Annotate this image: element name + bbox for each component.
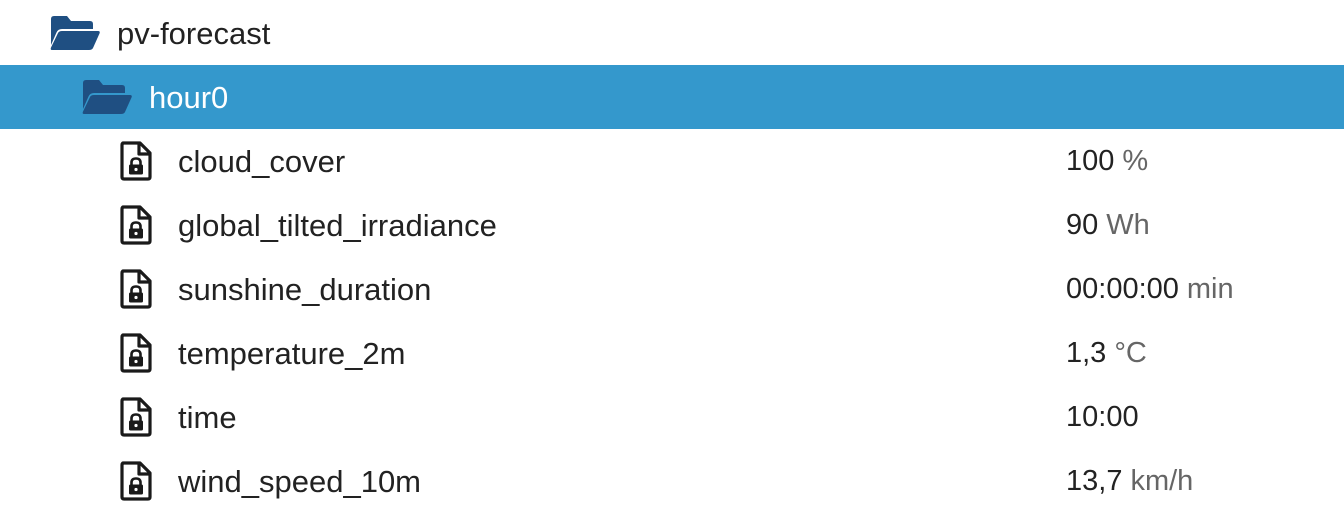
tree-folder-pv-forecast[interactable]: pv-forecast xyxy=(0,1,1344,65)
state-name: sunshine_duration xyxy=(178,271,432,307)
state-value-number: 10:00 xyxy=(1066,400,1139,433)
tree-state-row[interactable]: wind_speed_10m 13,7 km/h xyxy=(0,449,1344,513)
state-name: wind_speed_10m xyxy=(178,463,422,499)
state-value-number: 1,3 xyxy=(1066,336,1107,369)
tree-state-row[interactable]: sunshine_duration 00:00:00 min xyxy=(0,257,1344,321)
state-value-unit: Wh xyxy=(1106,208,1150,241)
locked-file-icon xyxy=(119,461,153,501)
state-value: 1,3 °C xyxy=(1066,336,1147,369)
tree-state-row[interactable]: temperature_2m 1,3 °C xyxy=(0,321,1344,385)
state-value-number: 00:00:00 xyxy=(1066,272,1179,305)
state-value-unit: °C xyxy=(1114,336,1147,369)
tree-state-row[interactable]: cloud_cover 100% xyxy=(0,129,1344,193)
state-value: 100% xyxy=(1066,144,1149,177)
state-value: 90 Wh xyxy=(1066,208,1150,241)
tree-folder-label: hour0 xyxy=(149,79,229,115)
state-value-number: 90 xyxy=(1066,208,1099,241)
locked-file-icon xyxy=(119,269,153,309)
folder-open-icon xyxy=(49,13,101,53)
locked-file-icon xyxy=(119,205,153,245)
tree-state-row[interactable]: time 10:00 xyxy=(0,385,1344,449)
state-value: 13,7 km/h xyxy=(1066,464,1194,497)
state-name: cloud_cover xyxy=(178,143,346,179)
folder-open-icon xyxy=(81,77,133,117)
locked-file-icon xyxy=(119,141,153,181)
state-value-unit: km/h xyxy=(1130,464,1194,497)
locked-file-icon xyxy=(119,333,153,373)
tree-state-row[interactable]: global_tilted_irradiance 90 Wh xyxy=(0,193,1344,257)
state-name: temperature_2m xyxy=(178,335,406,371)
state-name: global_tilted_irradiance xyxy=(178,207,497,243)
state-value: 00:00:00 min xyxy=(1066,272,1234,305)
locked-file-icon xyxy=(119,397,153,437)
state-name: time xyxy=(178,399,237,435)
object-tree: pv-forecast hour0 cloud_cover 100% global_… xyxy=(0,0,1344,526)
state-value-number: 13,7 xyxy=(1066,464,1123,497)
state-value-unit: % xyxy=(1122,144,1149,177)
tree-folder-hour0[interactable]: hour0 xyxy=(0,65,1344,129)
state-value-unit: min xyxy=(1186,272,1234,305)
state-value: 10:00 xyxy=(1066,400,1139,433)
state-value-number: 100 xyxy=(1066,144,1115,177)
tree-folder-label: pv-forecast xyxy=(117,15,271,51)
